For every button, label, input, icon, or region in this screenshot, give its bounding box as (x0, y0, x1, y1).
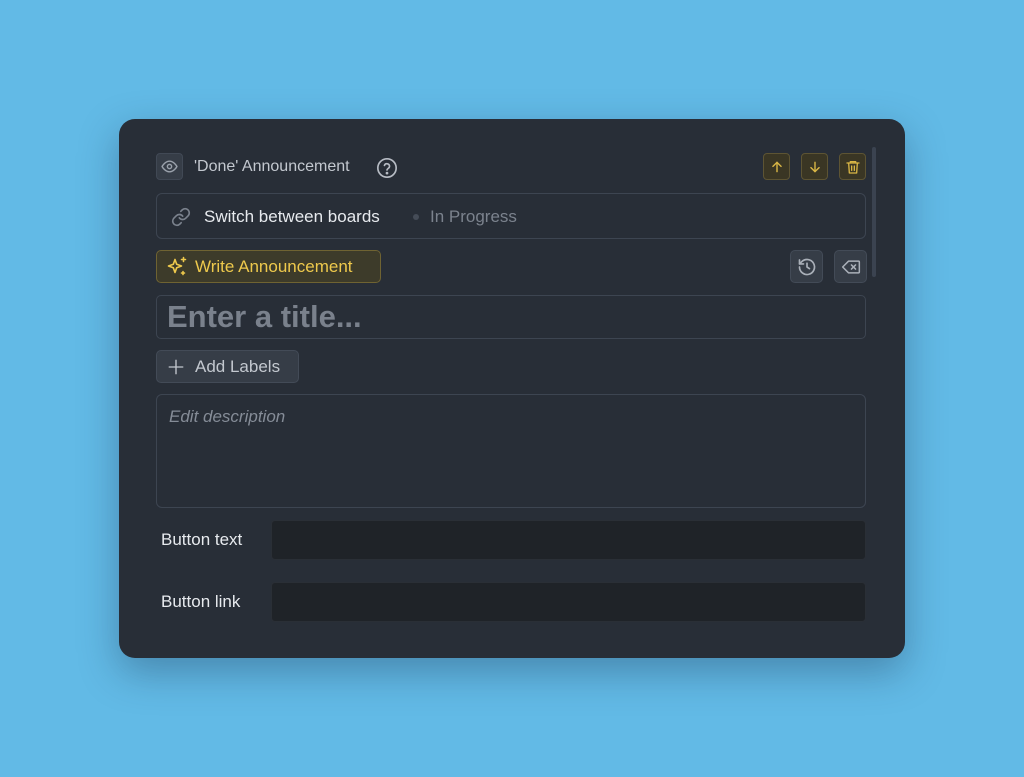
announcement-editor-card: 'Done' Announcement Switch between board… (119, 119, 905, 658)
button-link-label: Button link (161, 592, 241, 611)
title-input[interactable] (156, 295, 866, 339)
linked-item-status: In Progress (430, 207, 517, 226)
backspace-icon (841, 259, 860, 274)
question-circle-icon[interactable] (376, 157, 398, 179)
announcement-title: 'Done' Announcement (194, 158, 350, 175)
add-labels-button[interactable]: Add Labels (156, 350, 299, 383)
eye-icon (161, 160, 178, 173)
linked-item-title: Switch between boards (204, 207, 380, 226)
button-link-input[interactable] (271, 582, 866, 622)
plus-icon (168, 359, 184, 374)
add-labels-label: Add Labels (195, 356, 281, 376)
scrollbar-thumb[interactable] (872, 147, 876, 277)
description-input[interactable] (156, 394, 866, 508)
linked-item[interactable]: Switch between boards In Progress (156, 193, 866, 239)
arrow-down-icon (809, 161, 820, 172)
status-separator-dot (413, 214, 419, 220)
move-down-button[interactable] (801, 153, 828, 180)
history-button[interactable] (790, 250, 823, 283)
trash-icon (845, 160, 860, 174)
sparkles-icon (167, 256, 187, 275)
button-text-input[interactable] (271, 520, 866, 560)
arrow-up-icon (771, 161, 782, 172)
write-announcement-label: Write Announcement (195, 256, 353, 276)
visibility-toggle-button[interactable] (156, 153, 183, 180)
write-announcement-button[interactable]: Write Announcement (156, 250, 381, 283)
link-icon (171, 207, 191, 227)
delete-button[interactable] (839, 153, 866, 180)
button-text-label: Button text (161, 530, 243, 549)
clear-button[interactable] (834, 250, 867, 283)
history-icon (798, 258, 815, 275)
move-up-button[interactable] (763, 153, 790, 180)
